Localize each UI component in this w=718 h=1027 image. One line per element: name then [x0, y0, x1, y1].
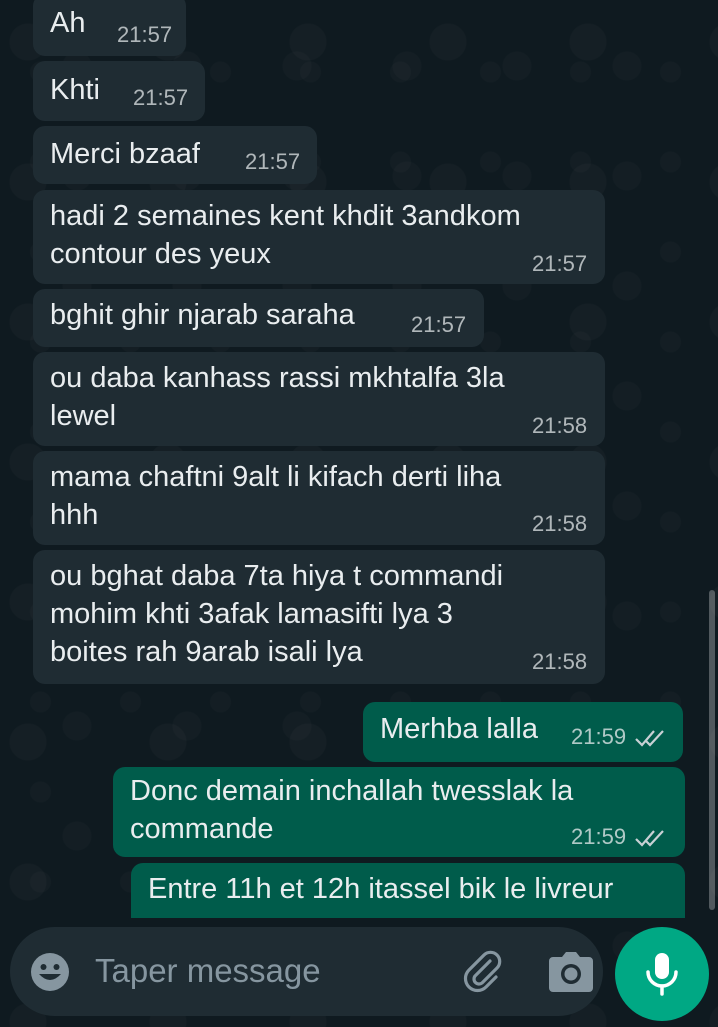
- message-text: Merci bzaaf: [50, 138, 200, 170]
- message-text: ou daba kanhass rassi mkhtalfa 3la lewel: [50, 362, 505, 432]
- message-time-label: 21:59: [571, 824, 627, 849]
- double-check-icon: [635, 730, 664, 747]
- voice-message-button[interactable]: [615, 927, 709, 1021]
- message-time: 21:59: [571, 726, 668, 748]
- message-time: 21:58: [532, 511, 588, 536]
- message-text: bghit ghir njarab saraha: [50, 299, 355, 331]
- message-text: Merhba lalla: [380, 713, 538, 745]
- message-text: Khti: [50, 74, 100, 106]
- message-time: 21:57: [133, 85, 189, 110]
- message-text: Ah: [50, 7, 86, 39]
- message-time: 21:57: [117, 22, 173, 47]
- message-text: Entre 11h et 12h itassel bik le livreur: [148, 873, 614, 905]
- camera-icon[interactable]: [548, 951, 594, 993]
- message-time: 21:58: [532, 649, 588, 674]
- message-text: mama chaftni 9alt li kifach derti liha h…: [50, 461, 502, 531]
- message-text: Donc demain inchallah twesslak la comman…: [130, 775, 574, 845]
- message-input[interactable]: Taper message: [95, 951, 321, 991]
- incoming-message[interactable]: ou bghat daba 7ta hiya t commandi mohim …: [33, 550, 605, 684]
- incoming-message[interactable]: ou daba kanhass rassi mkhtalfa 3la lewel…: [33, 352, 605, 446]
- scrollbar[interactable]: [709, 590, 715, 910]
- outgoing-message[interactable]: Entre 11h et 12h itassel bik le livreur: [131, 863, 685, 918]
- double-check-icon: [635, 830, 664, 847]
- outgoing-message[interactable]: Merhba lalla 21:59: [363, 702, 683, 762]
- message-text: ou bghat daba 7ta hiya t commandi mohim …: [50, 560, 504, 668]
- message-time: 21:57: [245, 149, 301, 174]
- incoming-message[interactable]: Merci bzaaf 21:57: [33, 126, 317, 184]
- message-time-label: 21:59: [571, 724, 627, 749]
- message-text: hadi 2 semaines kent khdit 3andkom conto…: [50, 200, 521, 270]
- attach-icon[interactable]: [460, 949, 506, 995]
- incoming-message[interactable]: bghit ghir njarab saraha 21:57: [33, 289, 484, 347]
- message-list[interactable]: Ah 21:57 Khti 21:57 Merci bzaaf 21:57 ha…: [0, 0, 718, 918]
- message-time: 21:59: [571, 826, 668, 848]
- message-time: 21:57: [411, 312, 467, 337]
- mic-icon: [646, 953, 678, 996]
- incoming-message[interactable]: mama chaftni 9alt li kifach derti liha h…: [33, 451, 605, 545]
- message-composer[interactable]: Taper message: [10, 927, 603, 1016]
- message-time: 21:58: [532, 413, 588, 438]
- message-time: 21:57: [532, 251, 588, 276]
- incoming-message[interactable]: hadi 2 semaines kent khdit 3andkom conto…: [33, 190, 605, 284]
- outgoing-message[interactable]: Donc demain inchallah twesslak la comman…: [113, 767, 685, 857]
- incoming-message[interactable]: Ah 21:57: [33, 0, 186, 56]
- incoming-message[interactable]: Khti 21:57: [33, 61, 205, 121]
- emoji-icon[interactable]: [30, 952, 70, 992]
